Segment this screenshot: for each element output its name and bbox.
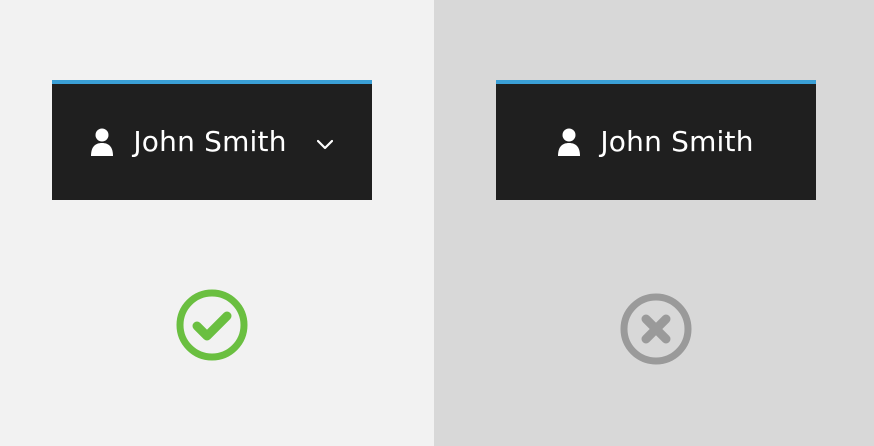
user-icon	[558, 128, 581, 156]
incorrect-example-panel: John Smith	[434, 0, 874, 446]
user-name-label: John Smith	[133, 125, 287, 158]
user-menu-bar: John Smith	[496, 80, 816, 200]
check-circle-icon	[175, 288, 249, 362]
comparison-stage: John Smith John Smith	[0, 0, 874, 446]
user-icon	[91, 128, 114, 156]
user-name-label: John Smith	[600, 125, 754, 158]
user-menu-button[interactable]: John Smith	[52, 80, 372, 200]
correct-example-panel: John Smith	[0, 0, 434, 446]
x-circle-icon	[619, 292, 693, 366]
chevron-down-icon[interactable]	[316, 138, 333, 150]
